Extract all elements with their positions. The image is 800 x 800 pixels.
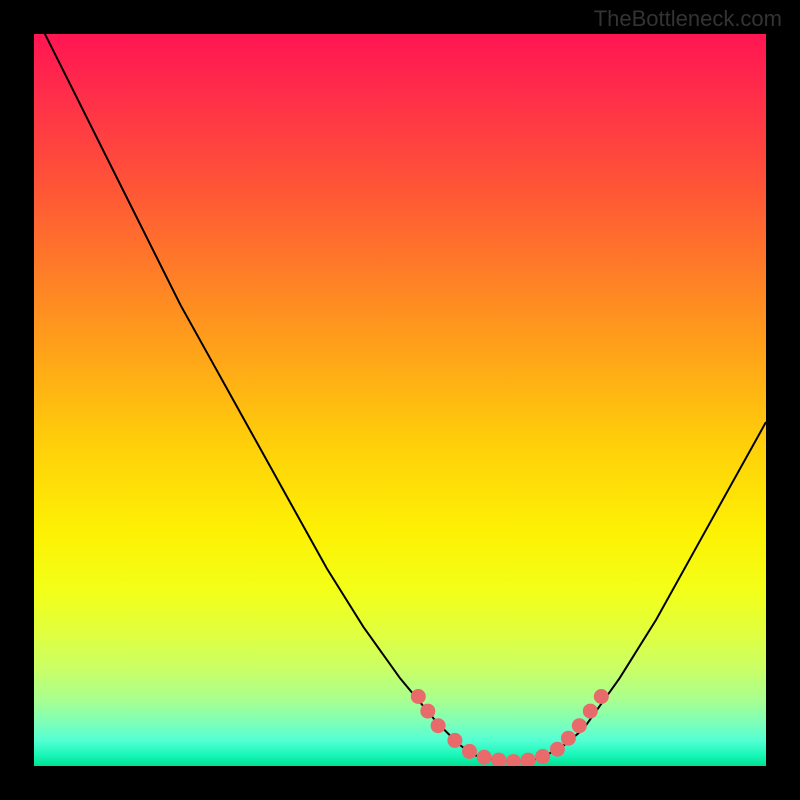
data-marker [583, 704, 597, 718]
data-marker [448, 733, 462, 747]
plot-area [34, 34, 766, 766]
data-marker [411, 690, 425, 704]
data-marker [572, 719, 586, 733]
chart-svg [34, 34, 766, 766]
data-marker [507, 755, 521, 766]
data-marker [521, 753, 535, 766]
data-marker [594, 690, 608, 704]
data-marker [536, 750, 550, 764]
watermark-text: TheBottleneck.com [594, 6, 782, 32]
markers-group [411, 690, 608, 767]
data-marker [477, 750, 491, 764]
data-marker [431, 719, 445, 733]
data-marker [550, 742, 564, 756]
curve-line [41, 34, 766, 762]
data-marker [561, 731, 575, 745]
data-marker [421, 704, 435, 718]
data-marker [463, 744, 477, 758]
data-marker [492, 753, 506, 766]
